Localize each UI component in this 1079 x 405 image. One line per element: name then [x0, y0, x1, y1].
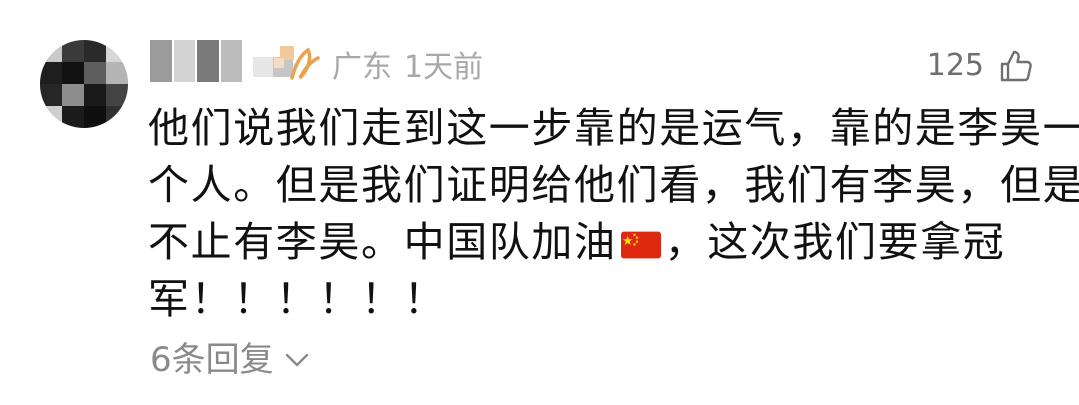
avatar-pixel — [62, 106, 84, 128]
avatar-pixel — [106, 62, 128, 84]
avatar-pixel — [84, 62, 106, 84]
avatar-pixel — [84, 84, 106, 106]
comment-line: 他们说我们走到这一步靠的是运气，靠的是李昊一 — [148, 104, 1079, 152]
username-pixel — [197, 40, 219, 82]
avatar-pixel — [62, 62, 84, 84]
avatar-pixel — [84, 106, 106, 128]
thumbs-up-icon[interactable] — [998, 48, 1034, 84]
avatar[interactable] — [40, 40, 128, 128]
avatar-pixel — [84, 40, 106, 62]
comment-line: 军！！！！！！ — [148, 275, 447, 323]
username-pixel — [150, 40, 172, 82]
avatar-pixel — [106, 84, 128, 106]
avatar-pixel — [106, 106, 128, 128]
avatar-pixel — [40, 84, 62, 106]
comment-text: 他们说我们走到这一步靠的是运气，靠的是李昊一 个人。但是我们证明给他们看，我们有… — [148, 100, 1079, 328]
comment-line-part: 不止有李昊。中国队加油 — [148, 218, 617, 266]
username-redacted[interactable] — [150, 40, 242, 82]
fan-badge-icon — [274, 46, 320, 80]
comment-line: 不止有李昊。中国队加油 ，这次我们要拿冠 — [148, 214, 1053, 271]
like-button[interactable]: 125 — [927, 46, 1034, 86]
china-flag-icon — [620, 231, 661, 259]
comment-line: 个人。但是我们证明给他们看，我们有李昊，但是 — [148, 161, 1079, 209]
username-pixel — [173, 40, 195, 82]
avatar-pixel — [106, 40, 128, 62]
level-pixel — [253, 57, 273, 77]
view-replies-button[interactable]: 6条回复 — [150, 338, 310, 382]
reply-count-label: 6条回复 — [150, 340, 274, 380]
avatar-pixel — [40, 106, 62, 128]
location-label: 广东 — [332, 50, 392, 85]
like-count: 125 — [926, 48, 984, 83]
username-pixel — [220, 40, 242, 82]
comment-line-part: ，这次我们要拿冠 — [664, 218, 1006, 266]
avatar-pixel — [40, 62, 62, 84]
avatar-pixel — [62, 84, 84, 106]
time-label: 1天前 — [404, 50, 484, 85]
comment-meta: 广东 1天前 — [332, 48, 495, 88]
chevron-down-icon — [285, 353, 308, 367]
avatar-pixel — [62, 40, 84, 62]
avatar-pixel — [40, 40, 62, 62]
